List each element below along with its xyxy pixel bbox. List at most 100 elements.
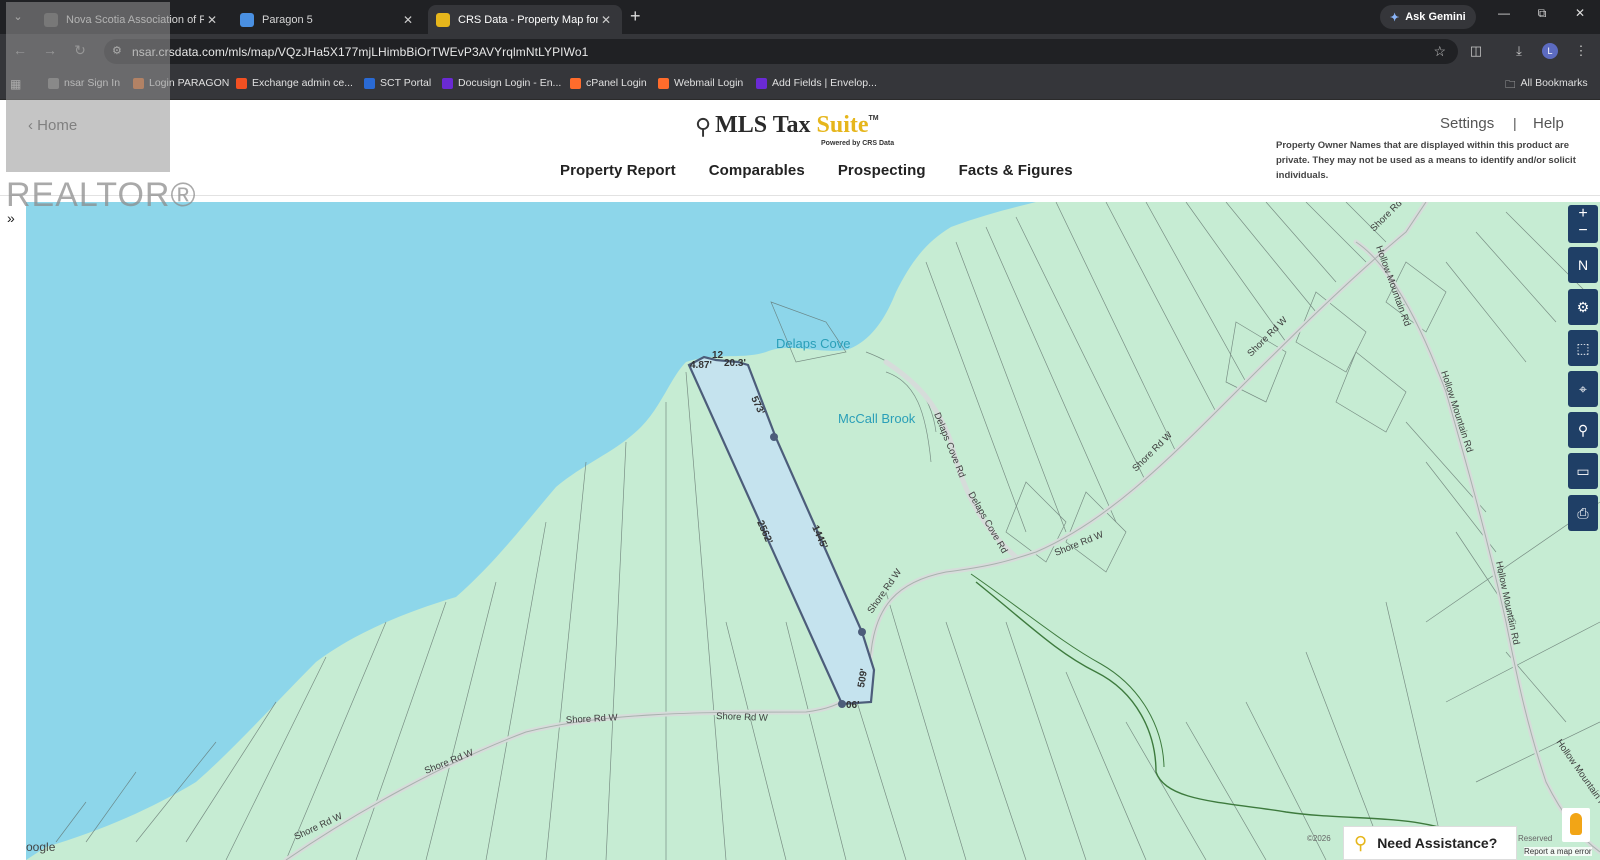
browser-tab-bar: ⌄ Nova Scotia Association of Real ✕ Para… (0, 0, 1600, 34)
apps-grid-icon[interactable]: ▦ (10, 77, 21, 91)
trail-line (975, 581, 1477, 843)
road-label: Shore Rd W (566, 712, 618, 726)
site-info-icon[interactable]: ⚙ (112, 44, 122, 57)
double-chevron-right-icon: » (7, 210, 15, 226)
close-icon[interactable]: ✕ (204, 13, 220, 27)
need-assistance-label: Need Assistance? (1377, 835, 1498, 851)
google-logo: oogle (26, 840, 56, 854)
restore-icon[interactable]: ⧉ (1532, 6, 1552, 21)
bookmark-label: nsar Sign In (64, 77, 121, 89)
logo-text: MLS Tax Suite (715, 112, 868, 139)
chevron-left-icon: ‹ (28, 117, 38, 134)
print-icon[interactable]: ⎙ (1568, 495, 1598, 531)
road-label: Shore Rd W (716, 711, 768, 724)
water-body (26, 202, 1036, 860)
select-area-icon[interactable]: ⬚ (1568, 330, 1598, 366)
nav-prospecting[interactable]: Prospecting (838, 162, 926, 179)
bookmark-favicon (133, 77, 144, 89)
pegman-icon[interactable] (1562, 808, 1590, 842)
sidebar-toggle[interactable]: » (0, 202, 26, 860)
parcel-vertex (858, 628, 866, 636)
profile-avatar[interactable]: L (1542, 43, 1558, 59)
bookmark-item[interactable]: Login PARAGON (133, 77, 229, 89)
report-map-error-link[interactable]: Report a map error (1524, 847, 1592, 856)
close-icon[interactable]: ✕ (400, 13, 416, 27)
map-reserved: Reserved (1518, 834, 1553, 843)
bookmark-star-icon[interactable]: ☆ (1433, 43, 1446, 60)
crosshair-icon[interactable]: ⌖ (1568, 371, 1598, 407)
close-window-icon[interactable]: ✕ (1570, 6, 1590, 20)
road-label: Shore Rd W (423, 747, 475, 777)
bookmark-item[interactable]: SCT Portal (364, 77, 431, 89)
tab-paragon[interactable]: Paragon 5 ✕ (232, 5, 424, 34)
key-icon: ⚲ (1354, 832, 1368, 853)
search-icon[interactable]: ⚲ (1568, 412, 1598, 448)
mls-tax-suite-logo[interactable]: ⚲ MLS Tax Suite TM Powered by CRS Data (695, 112, 894, 147)
parcel-vertex (770, 433, 778, 441)
all-bookmarks-label: All Bookmarks (1520, 77, 1588, 89)
bookmark-favicon (364, 77, 375, 89)
zoom-in-icon[interactable]: + (1568, 205, 1598, 223)
help-link[interactable]: Help (1533, 115, 1564, 132)
bookmark-item[interactable]: Docusign Login - En... (442, 77, 561, 89)
bookmark-favicon (48, 77, 59, 89)
tab-search-icon[interactable]: ⌄ (8, 7, 28, 27)
folder-icon: 🗀 (1505, 79, 1516, 91)
road-label: Shore Rd W (1130, 430, 1174, 474)
nav-comparables[interactable]: Comparables (709, 162, 805, 179)
ruler-icon[interactable]: ▭ (1568, 453, 1598, 489)
close-icon[interactable]: ✕ (598, 13, 614, 27)
main-nav: Property Report Comparables Prospecting … (560, 162, 1073, 179)
bookmarks-bar: ▦ nsar Sign In Login PARAGON Exchange ad… (0, 68, 1600, 100)
key-icon: ⚲ (695, 114, 712, 139)
forward-arrow-icon[interactable]: → (40, 42, 60, 58)
settings-link[interactable]: Settings (1440, 115, 1494, 132)
tab-favicon (436, 12, 450, 27)
road-label: Hollow Mountain Rd (1373, 244, 1412, 328)
minimize-icon[interactable]: — (1494, 6, 1514, 20)
ask-gemini-label: Ask Gemini (1405, 11, 1466, 23)
gear-icon[interactable]: ⚙ (1568, 289, 1598, 325)
bookmark-favicon (236, 77, 247, 89)
tab-title: CRS Data - Property Map for Sh (458, 13, 598, 26)
map-canvas: 4.87' 12 20.3' 573' 2562' 1445' 509' 06'… (26, 202, 1600, 860)
header-separator: | (1513, 115, 1517, 131)
tab-nsar[interactable]: Nova Scotia Association of Real ✕ (36, 5, 228, 34)
tab-title: Paragon 5 (262, 13, 313, 26)
road-label: Shore Rd W (1245, 315, 1289, 359)
need-assistance-button[interactable]: ⚲ Need Assistance? (1343, 826, 1517, 860)
app-header: ‹ Home ⚲ MLS Tax Suite TM Powered by CRS… (0, 100, 1600, 196)
tab-crs-data[interactable]: CRS Data - Property Map for Sh ✕ (428, 5, 622, 34)
parcel-vertex (838, 700, 846, 708)
bookmark-item[interactable]: cPanel Login (570, 77, 647, 89)
new-tab-button[interactable]: + (630, 6, 641, 27)
address-bar[interactable]: ⚙ nsar.crsdata.com/mls/map/VQzJHa5X177mj… (104, 39, 1458, 64)
bookmark-label: Docusign Login - En... (458, 77, 562, 89)
ask-gemini-button[interactable]: ✦ Ask Gemini (1380, 5, 1476, 29)
road-label: Hollow Mountain Rd (1438, 370, 1475, 454)
bookmark-item[interactable]: Exchange admin ce... (236, 77, 353, 89)
more-menu-icon[interactable]: ⋮ (1572, 43, 1590, 59)
road-label: Shore Rd W (1053, 529, 1105, 559)
bookmark-item[interactable]: nsar Sign In (48, 77, 120, 89)
logo-main: MLS Tax (715, 112, 817, 138)
home-link[interactable]: ‹ Home (28, 117, 77, 134)
nav-facts-figures[interactable]: Facts & Figures (959, 162, 1073, 179)
back-arrow-icon[interactable]: ← (10, 42, 30, 58)
bookmark-item[interactable]: Webmail Login (658, 77, 743, 89)
zoom-out-icon[interactable]: − (1568, 223, 1598, 239)
dimension-label: 06' (846, 700, 860, 711)
zoom-control: + − (1568, 205, 1598, 243)
reload-icon[interactable]: ↻ (70, 42, 90, 59)
compass-icon[interactable]: N (1568, 247, 1598, 283)
all-bookmarks-button[interactable]: 🗀 All Bookmarks (1505, 77, 1588, 95)
powered-by: Powered by CRS Data (821, 140, 895, 147)
download-icon[interactable]: ⤓ (1510, 43, 1528, 59)
extensions-icon[interactable]: ◫ (1467, 43, 1485, 59)
road-label: Hollow Mountain Rd (1554, 737, 1600, 813)
nav-property-report[interactable]: Property Report (560, 162, 676, 179)
bookmark-item[interactable]: Add Fields | Envelop... (756, 77, 877, 89)
logo-accent: Suite (816, 112, 869, 138)
property-map[interactable]: 4.87' 12 20.3' 573' 2562' 1445' 509' 06'… (26, 202, 1600, 860)
map-attribution: ©2026 (1307, 834, 1331, 843)
